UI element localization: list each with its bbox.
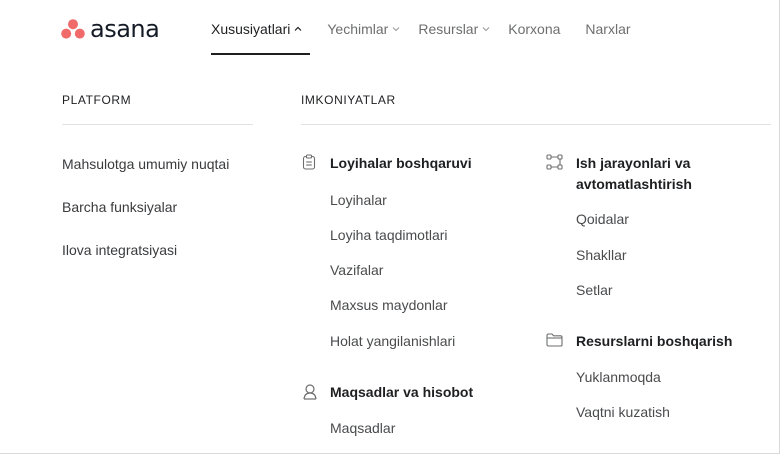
chevron-up-icon <box>294 26 302 31</box>
capabilities-heading: IMKONIYATLAR <box>301 93 396 107</box>
brand-name: asana <box>90 15 160 43</box>
workflow-icon <box>546 154 563 170</box>
nav-enterprise[interactable]: Korxona <box>508 21 560 37</box>
sublink-forms[interactable]: Shakllar <box>576 247 627 263</box>
asana-logo[interactable]: asana <box>61 15 160 43</box>
nav-solutions[interactable]: Yechimlar <box>327 21 400 37</box>
sublink-rules[interactable]: Qoidalar <box>576 211 629 227</box>
sublink-custom-fields[interactable]: Maxsus maydonlar <box>330 297 448 313</box>
top-nav: Xususiyatlari Yechimlar Resurslar Korxon… <box>211 19 631 39</box>
chevron-down-icon <box>392 27 400 32</box>
sublink-time-tracking[interactable]: Vaqtni kuzatish <box>576 404 670 420</box>
sublink-projects[interactable]: Loyihalar <box>330 192 387 208</box>
nav-label: Resurslar <box>418 21 479 37</box>
group-title-goals-reporting[interactable]: Maqsadlar va hisobot <box>330 382 473 403</box>
nav-label: Korxona <box>508 21 561 37</box>
nav-label: Narxlar <box>585 21 631 37</box>
nav-label: Yechimlar <box>327 21 389 37</box>
platform-divider <box>62 124 253 125</box>
capabilities-divider <box>301 124 771 125</box>
platform-link-overview[interactable]: Mahsulotga umumiy nuqtai <box>62 156 229 172</box>
group-title-project-management[interactable]: Loyihalar boshqaruvi <box>330 153 472 174</box>
nav-pricing[interactable]: Narxlar <box>585 21 630 37</box>
folder-icon <box>546 333 563 347</box>
nav-label: Xususiyatlari <box>211 21 291 37</box>
chevron-down-icon <box>482 27 490 32</box>
sublink-status-updates[interactable]: Holat yangilanishlari <box>330 333 455 349</box>
group-title-line: Ish jarayonlari va <box>576 155 691 171</box>
sublink-workload[interactable]: Yuklanmoqda <box>576 369 661 385</box>
goal-person-icon <box>303 384 317 400</box>
platform-link-all-features[interactable]: Barcha funksiyalar <box>62 199 177 215</box>
platform-heading: PLATFORM <box>62 93 132 107</box>
features-mega-menu: asana Xususiyatlari Yechimlar Resurslar … <box>0 0 780 454</box>
clipboard-icon <box>302 154 316 170</box>
sublink-bundles[interactable]: Setlar <box>576 282 613 298</box>
sublink-tasks[interactable]: Vazifalar <box>330 262 383 278</box>
sublink-portfolios[interactable]: Loyiha taqdimotlari <box>330 227 448 243</box>
group-title-resource-management[interactable]: Resurslarni boshqarish <box>576 331 732 352</box>
nav-resources[interactable]: Resurslar <box>418 21 490 37</box>
sublink-goals[interactable]: Maqsadlar <box>330 420 395 436</box>
platform-link-integrations[interactable]: Ilova integratsiyasi <box>62 242 177 258</box>
active-nav-indicator <box>211 53 310 55</box>
nav-features[interactable]: Xususiyatlari <box>211 21 302 37</box>
group-title-line: avtomatlashtirish <box>576 176 692 192</box>
group-title-workflows[interactable]: Ish jarayonlari va avtomatlashtirish <box>576 153 692 195</box>
asana-dots-icon <box>61 19 85 39</box>
